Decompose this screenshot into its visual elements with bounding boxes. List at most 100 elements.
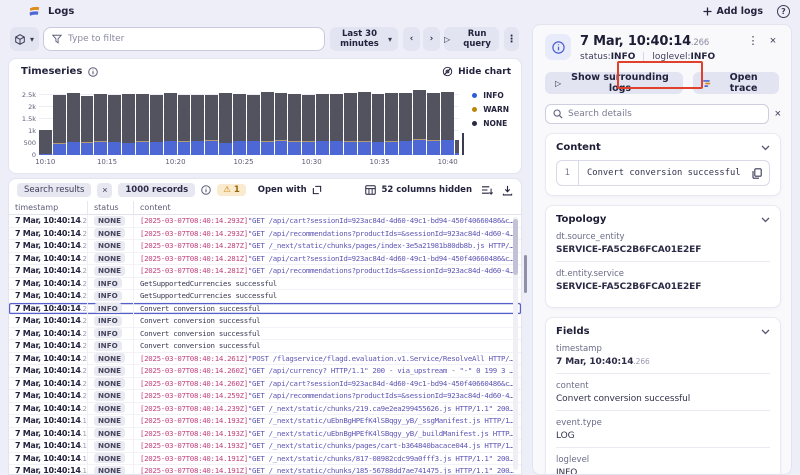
content-section-header[interactable]: Content [556, 142, 770, 153]
chart-bar[interactable] [316, 94, 329, 155]
chart-bar[interactable] [261, 92, 274, 155]
chart-bar[interactable] [150, 95, 163, 155]
add-logs-button[interactable]: Add logs [703, 6, 764, 17]
open-with-button[interactable]: Open with [258, 185, 322, 195]
chart-bar[interactable] [372, 94, 385, 155]
chart-bar[interactable] [205, 95, 218, 155]
chart-bar[interactable] [108, 95, 121, 155]
chart-bar[interactable] [358, 92, 371, 155]
records-count-badge: 1000 records [118, 183, 195, 197]
columns-hidden-button[interactable]: 52 columns hidden [365, 185, 472, 195]
table-row[interactable]: 7 Mar, 10:40:14.260NONE[2025-03-07T08:40… [9, 365, 521, 378]
table-row[interactable]: 7 Mar, 10:40:14.191NONE[2025-03-07T08:40… [9, 465, 521, 475]
legend-item-warn[interactable]: WARN [472, 105, 509, 114]
table-row-selected[interactable]: 7 Mar, 10:40:14.266INFOConvert conversio… [9, 303, 521, 316]
chart-bar[interactable] [122, 94, 135, 155]
detail-field[interactable]: contentConvert conversion successful [556, 373, 770, 410]
table-row[interactable]: 7 Mar, 10:40:14.287NONE[2025-03-07T08:40… [9, 240, 521, 253]
table-row[interactable]: 7 Mar, 10:40:14.266INFOConvert conversio… [9, 315, 521, 328]
chart-bar[interactable] [413, 90, 426, 155]
chart-bar[interactable] [275, 93, 288, 156]
chart-bar[interactable] [247, 95, 260, 155]
chart-bar[interactable] [178, 95, 191, 155]
legend-item-info[interactable]: INFO [472, 91, 509, 100]
query-more-options-button[interactable]: ⋮ [504, 27, 519, 51]
show-surrounding-logs-button[interactable]: ▷ Show surrounding logs [545, 72, 683, 94]
chart-bar[interactable] [164, 93, 177, 155]
table-row[interactable]: 7 Mar, 10:40:14.191NONE[2025-03-07T08:40… [9, 453, 521, 466]
sort-rows-icon[interactable] [481, 185, 493, 195]
detail-field[interactable]: dt.entity.serviceSERVICE-FA5C2B6FCA01E2E… [556, 261, 770, 298]
chart-bar[interactable] [427, 93, 440, 155]
close-results-tab-button[interactable]: × [97, 183, 112, 198]
download-icon[interactable] [502, 185, 513, 196]
info-icon[interactable] [88, 67, 98, 77]
table-row[interactable]: 7 Mar, 10:40:14.266INFOConvert conversio… [9, 328, 521, 341]
table-row[interactable]: 7 Mar, 10:40:14.261NONE[2025-03-07T08:40… [9, 353, 521, 366]
chart-bar[interactable] [344, 93, 357, 155]
info-icon[interactable] [201, 185, 211, 195]
chart-bar[interactable] [233, 94, 246, 155]
legend-item-none[interactable]: NONE [472, 119, 509, 128]
detail-field[interactable]: dt.source_entitySERVICE-FA5C2B6FCA01E2EF [556, 225, 770, 261]
detail-search-close-button[interactable]: × [775, 108, 781, 120]
chart-bar[interactable] [455, 140, 459, 155]
time-range-dropdown[interactable]: Last 30 minutes ▾ [330, 27, 398, 51]
table-row[interactable]: 7 Mar, 10:40:14.266INFOConvert conversio… [9, 340, 521, 353]
detail-search-input[interactable] [568, 109, 761, 119]
table-row[interactable]: 7 Mar, 10:40:14.293NONE[2025-03-07T08:40… [9, 228, 521, 241]
chart-bar[interactable] [67, 93, 80, 155]
detail-field[interactable]: timestamp7 Mar, 10:40:14.266 [556, 337, 770, 373]
table-row[interactable]: 7 Mar, 10:40:14.281NONE[2025-03-07T08:40… [9, 253, 521, 266]
detail-field[interactable]: event.typeLOG [556, 410, 770, 447]
chart-bar[interactable] [53, 95, 66, 155]
chart-bar[interactable] [191, 95, 204, 155]
field-value: SERVICE-FA5C2B6FCA01E2EF [556, 245, 770, 255]
chart-bar[interactable] [94, 94, 107, 155]
chart-bar[interactable] [81, 96, 94, 155]
chart-bar[interactable] [399, 93, 412, 155]
tab-search-results[interactable]: Search results [17, 183, 91, 197]
table-row[interactable]: 7 Mar, 10:40:14.266INFOGetSupportedCurre… [9, 290, 521, 303]
status-badge: INFO [94, 303, 122, 313]
table-scrollbar-thumb[interactable] [513, 219, 518, 275]
table-row[interactable]: 7 Mar, 10:40:14.239NONE[2025-03-07T08:40… [9, 403, 521, 416]
help-icon[interactable]: ? [777, 5, 790, 18]
table-row[interactable]: 7 Mar, 10:40:14.193NONE[2025-03-07T08:40… [9, 415, 521, 428]
detail-close-button[interactable]: × [765, 34, 781, 47]
open-trace-button[interactable]: Open trace [693, 72, 779, 94]
chart-bar[interactable] [288, 94, 301, 155]
table-row[interactable]: 7 Mar, 10:40:14.260NONE[2025-03-07T08:40… [9, 378, 521, 391]
detail-more-options-button[interactable]: ⋮ [745, 34, 761, 47]
timeseries-chart[interactable]: 05001k1.5k2k2.5k [39, 89, 459, 155]
table-row[interactable]: 7 Mar, 10:40:14.281NONE[2025-03-07T08:40… [9, 265, 521, 278]
topology-section-header[interactable]: Topology [556, 214, 770, 225]
chart-bar[interactable] [441, 92, 454, 155]
table-row[interactable]: 7 Mar, 10:40:14.259NONE[2025-03-07T08:40… [9, 390, 521, 403]
hide-chart-button[interactable]: Hide chart [442, 66, 511, 77]
fields-section-header[interactable]: Fields [556, 326, 770, 337]
column-header-timestamp[interactable]: timestamp [9, 201, 87, 214]
chart-bar[interactable] [219, 93, 232, 155]
scope-selector-button[interactable]: ▾ [10, 27, 39, 51]
panel-scrollbar-thumb[interactable] [524, 255, 527, 293]
table-scrollbar[interactable] [513, 217, 518, 470]
warning-count-badge[interactable]: ⚠ 1 [217, 184, 246, 196]
detail-field[interactable]: loglevelINFO [556, 447, 770, 475]
table-row[interactable]: 7 Mar, 10:40:14.293NONE[2025-03-07T08:40… [9, 215, 521, 228]
time-prev-button[interactable]: ‹ [403, 27, 420, 51]
table-row[interactable]: 7 Mar, 10:40:14.266INFOGetSupportedCurre… [9, 278, 521, 291]
run-query-button[interactable]: ▷ Run query [444, 27, 499, 51]
chart-bar[interactable] [39, 130, 52, 155]
copy-icon[interactable] [745, 168, 769, 179]
chart-bar[interactable] [136, 94, 149, 155]
column-header-status[interactable]: status [87, 201, 133, 214]
filter-input[interactable] [68, 34, 316, 44]
chart-bar[interactable] [330, 94, 343, 155]
chart-bar[interactable] [302, 95, 315, 155]
table-row[interactable]: 7 Mar, 10:40:14.193NONE[2025-03-07T08:40… [9, 440, 521, 453]
column-header-content[interactable]: content [133, 201, 521, 214]
time-next-button[interactable]: › [423, 27, 440, 51]
table-row[interactable]: 7 Mar, 10:40:14.193NONE[2025-03-07T08:40… [9, 428, 521, 441]
chart-bar[interactable] [385, 93, 398, 155]
